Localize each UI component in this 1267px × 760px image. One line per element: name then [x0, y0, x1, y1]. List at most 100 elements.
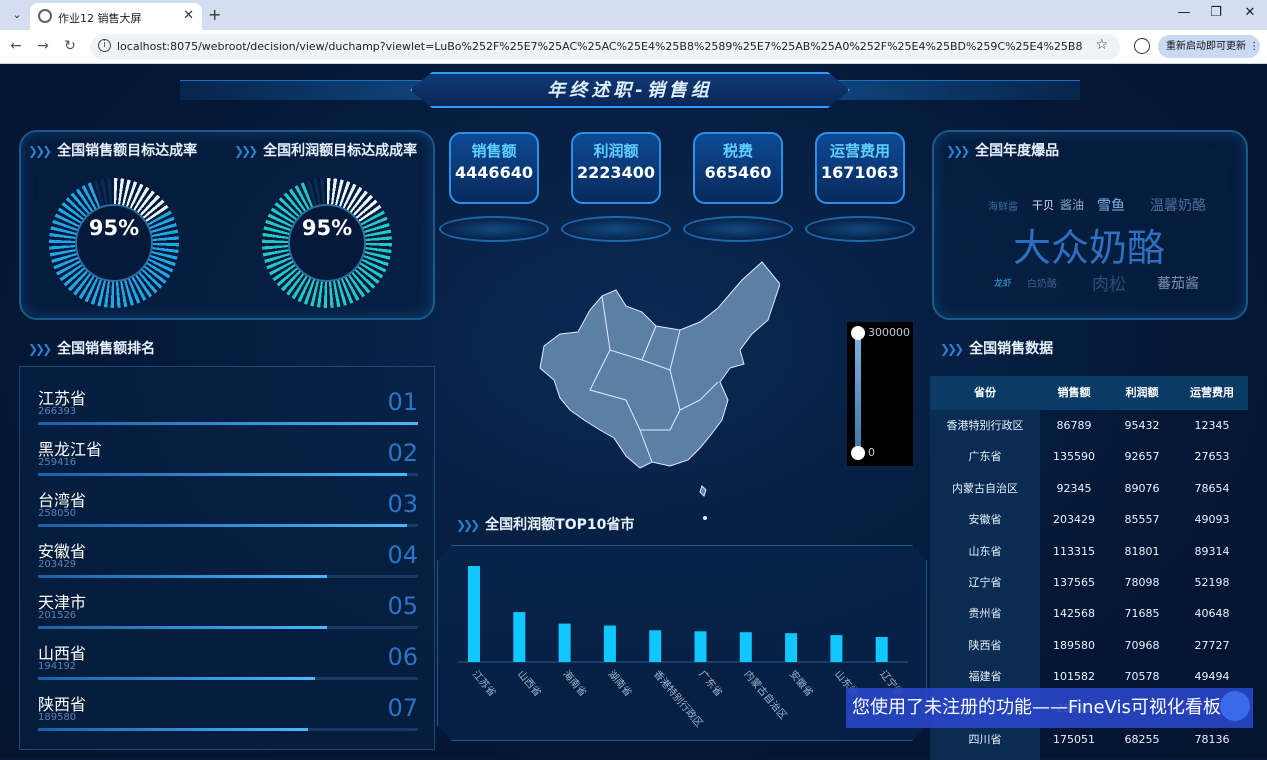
- ranking-track: [38, 524, 418, 527]
- ranking-bar: [38, 422, 418, 425]
- table-cell: 142568: [1053, 607, 1095, 621]
- ranking-row: 天津市 201526 05: [38, 589, 418, 639]
- ranking-row: 安徽省 203429 04: [38, 538, 418, 588]
- kpi-card: 利润额 2223400: [571, 132, 661, 204]
- browser-tab[interactable]: 作业12 销售大屏 ✕: [30, 3, 202, 30]
- ranking-bar: [38, 575, 327, 578]
- table-cell: 81801: [1124, 544, 1160, 558]
- tab-bar: ⌄ 作业12 销售大屏 ✕ + — ❐ ✕: [0, 0, 1267, 30]
- address-bar[interactable]: i localhost:8075/webroot/decision/view/d…: [90, 34, 1120, 60]
- wordcloud-title: ❯❯❯ 全国年度爆品: [946, 143, 1060, 159]
- table-cell: 86789: [1056, 419, 1092, 432]
- ranking-bar: [38, 677, 316, 680]
- reload-icon[interactable]: ↻: [61, 38, 79, 54]
- ranking-value: 189580: [38, 712, 77, 723]
- minimize-icon[interactable]: —: [1174, 5, 1194, 20]
- window-close-icon[interactable]: ✕: [1240, 5, 1260, 20]
- sales-target-gauge: 95%: [49, 178, 179, 308]
- unregistered-notice: 您使用了未注册的功能——FineVis可视化看板: [846, 688, 1253, 728]
- chevron-icon: ❯❯❯: [940, 342, 964, 356]
- ranking-number: 02: [387, 439, 418, 467]
- profile-icon[interactable]: [1134, 38, 1150, 54]
- gauge2-title: ❯❯❯ 全国利润额目标达成成率: [234, 143, 418, 159]
- legend-max-label: 300000: [868, 326, 910, 339]
- table-cell: 70968: [1124, 638, 1160, 652]
- bar: [603, 625, 616, 662]
- table-cell: 137565: [1053, 576, 1095, 589]
- table-header: 运营费用: [1176, 376, 1248, 410]
- close-tab-icon[interactable]: ✕: [183, 8, 194, 23]
- china-map-shape: [539, 261, 780, 469]
- table-cell: 40648: [1194, 607, 1230, 621]
- kpi-label: 利润额: [593, 142, 639, 160]
- site-info-icon[interactable]: i: [98, 39, 111, 52]
- x-tick-label: 内蒙古自治区: [742, 668, 791, 722]
- chevron-icon: ❯❯❯: [946, 144, 970, 158]
- tab-title: 作业12 销售大屏: [58, 12, 142, 25]
- new-tab-icon[interactable]: +: [208, 5, 221, 24]
- ranking-value: 201526: [38, 610, 77, 621]
- forward-icon[interactable]: →: [34, 38, 52, 54]
- table-cell: 68255: [1124, 733, 1160, 746]
- table-cell: 内蒙古自治区: [952, 481, 1018, 495]
- gauge1-title: ❯❯❯ 全国销售额目标达成率: [28, 143, 198, 159]
- table-cell: 四川省: [968, 733, 1002, 746]
- chevron-icon: ❯❯❯: [28, 342, 52, 356]
- kpi-value: 4446640: [455, 163, 533, 182]
- table-cell: 78098: [1124, 576, 1160, 589]
- bar: [739, 632, 752, 662]
- gauge-value: 95%: [88, 216, 140, 240]
- globe-icon: [38, 9, 52, 23]
- wordcloud-word: 海鲜酱: [988, 202, 1018, 213]
- x-tick-label: 广东省: [696, 668, 725, 699]
- gauge-value: 95%: [301, 216, 353, 240]
- legend-min-handle[interactable]: [851, 446, 865, 460]
- table-cell: 49093: [1194, 513, 1230, 527]
- table-cell: 189580: [1053, 638, 1095, 652]
- x-tick-label: 安徽省: [787, 668, 816, 699]
- table-cell: 135590: [1053, 450, 1095, 464]
- table-cell: 辽宁省: [968, 576, 1002, 589]
- ranking-bar: [38, 626, 327, 629]
- legend-min-label: 0: [868, 446, 875, 459]
- header: 年终述职-销售组: [180, 72, 1080, 108]
- wordcloud-top-word: 大众奶酪: [1013, 226, 1166, 270]
- table-header: 省份: [930, 376, 1040, 410]
- ranking-track: [38, 422, 418, 425]
- legend-gradient: [855, 332, 861, 452]
- ranking-track: [38, 626, 418, 629]
- url-text[interactable]: localhost:8075/webroot/decision/view/duc…: [117, 40, 1082, 53]
- bookmark-star-icon[interactable]: ☆: [1095, 37, 1108, 53]
- back-icon[interactable]: ←: [7, 38, 25, 54]
- restore-icon[interactable]: ❐: [1206, 5, 1226, 20]
- notice-badge[interactable]: [1220, 691, 1250, 721]
- kpi-card: 税费 665460: [693, 132, 783, 204]
- wordcloud-word: 肉松: [1092, 275, 1126, 295]
- ranking-row: 江苏省 266393 01: [38, 385, 418, 435]
- tab-search-icon[interactable]: ⌄: [8, 6, 26, 24]
- kpi-pedestal: [805, 216, 915, 242]
- x-tick-label: 江苏省: [470, 668, 499, 699]
- table-cell: 175051: [1053, 733, 1095, 746]
- ranking-row: 陕西省 189580 07: [38, 691, 418, 741]
- wordcloud-word: 温馨奶酪: [1150, 198, 1206, 214]
- update-button[interactable]: 重新启动即可更新 ⋮: [1158, 35, 1260, 58]
- ranking-title: ❯❯❯ 全国销售额排名: [28, 341, 156, 357]
- table-cell: 52198: [1194, 576, 1230, 589]
- ranking-list: 江苏省 266393 01 黑龙江省 259416 02 台湾省 258050 03 安徽省 203…: [19, 366, 435, 750]
- ranking-bar: [38, 728, 308, 731]
- browser-chrome: ⌄ 作业12 销售大屏 ✕ + — ❐ ✕ ← → ↻ i localhost:…: [0, 0, 1267, 64]
- chevron-icon: ❯❯❯: [28, 144, 52, 158]
- table-cell: 贵州省: [968, 607, 1002, 621]
- table-cell: 山东省: [968, 544, 1002, 558]
- profit-target-gauge: 95%: [262, 178, 392, 308]
- table-cell: 89314: [1194, 544, 1230, 558]
- table-cell: 92345: [1056, 481, 1092, 495]
- ranking-row: 山西省 194192 06: [38, 640, 418, 690]
- legend-max-handle[interactable]: [851, 326, 865, 340]
- table-cell: 香港特别行政区: [946, 419, 1024, 432]
- ranking-track: [38, 728, 418, 731]
- table-cell: 92657: [1124, 450, 1160, 464]
- wordcloud-word: 酱油: [1060, 198, 1085, 212]
- table-title: ❯❯❯ 全国销售数据: [940, 341, 1054, 357]
